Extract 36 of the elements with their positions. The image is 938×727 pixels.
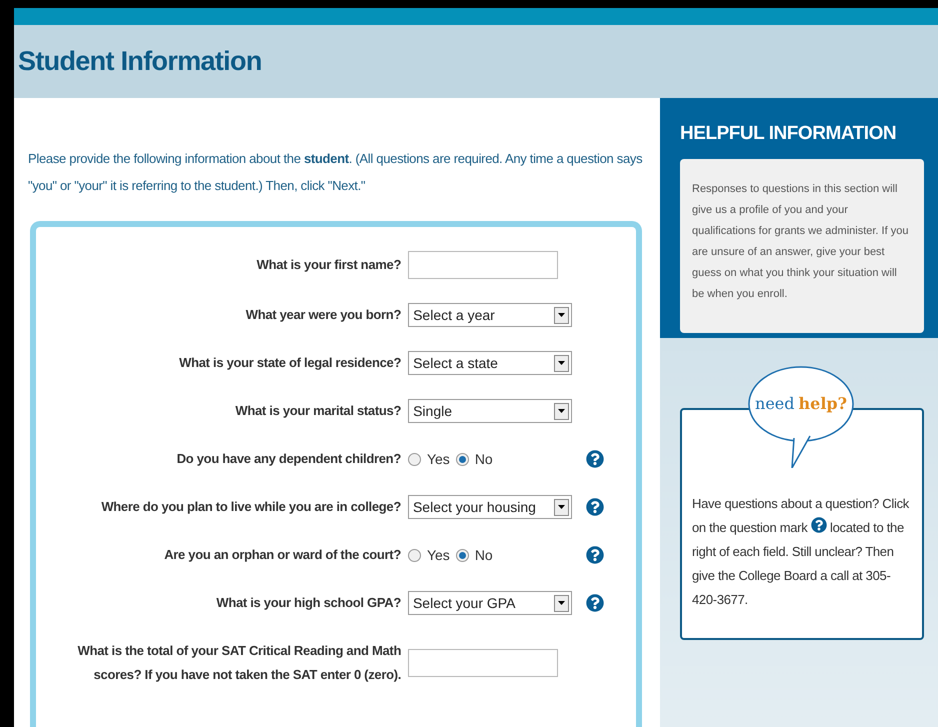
question-label: Where do you plan to live while you are in college? (100, 498, 402, 516)
help-icon[interactable] (586, 594, 604, 612)
text-field[interactable] (408, 251, 558, 279)
radio-label: Yes (426, 546, 450, 564)
need-help-text: Have questions about a question? Click on the question mark located to the right of each field. Still unclear? Then give the College Board a call at 305-420-3677. (692, 495, 910, 609)
radio-button[interactable] (408, 452, 421, 466)
help-icon[interactable] (586, 546, 604, 564)
question-label: What year were you born? (244, 306, 402, 324)
question-label: Do you have any dependent children? (176, 450, 402, 468)
question-label: What is your state of legal residence? (178, 354, 402, 372)
dropdown[interactable]: Select a year (408, 303, 572, 327)
question-label: Are you an orphan or ward of the court? (163, 546, 402, 564)
need-help-title-emphasis: help? (798, 393, 847, 415)
radio-label: Yes (426, 450, 450, 468)
text-field[interactable] (408, 649, 558, 677)
question-label: What is the total of your SAT Critical Reading and Math scores? If you have not taken the SAT enter 0 (zero). (76, 642, 402, 684)
help-icon (810, 517, 827, 533)
helpful-information-title: HELPFUL INFORMATION (680, 122, 898, 146)
radio-button[interactable] (408, 548, 421, 562)
help-icon[interactable] (586, 450, 604, 468)
radio-button[interactable] (456, 548, 469, 562)
dropdown[interactable]: Single (408, 399, 572, 423)
need-help-title: need (755, 393, 795, 415)
dropdown[interactable]: Select a state (408, 351, 572, 375)
question-label: What is your first name? (256, 256, 402, 274)
radio-label: No (474, 450, 493, 468)
intro-text: Please provide the following information about the student. (All questions are required. Any time a question says "you" or "your" it is referring to the student.) Then, click "Next." (28, 150, 644, 195)
question-label: What is your high school GPA? (215, 594, 402, 612)
radio-label: No (474, 546, 493, 564)
radio-button[interactable] (456, 452, 469, 466)
help-icon[interactable] (586, 498, 604, 516)
dropdown[interactable]: Select your housing (408, 495, 572, 519)
helpful-information-text: Responses to questions in this section will give us a profile of you and your qualifications for grants we administer. If you are unsure of an answer, give your best guess on what you think your situation will be when you enroll. (680, 158, 924, 332)
page-title: Student Information (17, 45, 263, 78)
question-label: What is your marital status? (234, 402, 402, 420)
dropdown[interactable]: Select your GPA (408, 591, 572, 615)
